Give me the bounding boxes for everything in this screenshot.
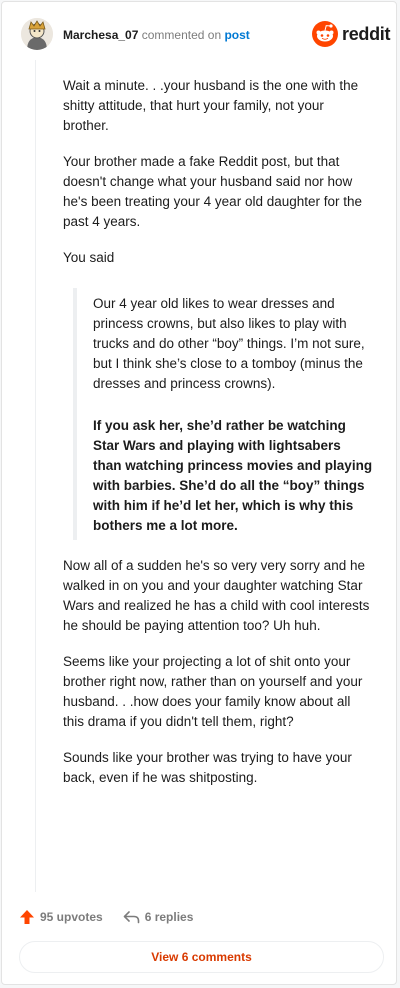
user-avatar[interactable] — [21, 18, 53, 50]
replies-count: 6 replies — [144, 910, 194, 924]
comment-paragraph: Sounds like your brother was trying to h… — [63, 750, 352, 785]
comment-body: Wait a minute. . .your husband is the on… — [63, 76, 373, 804]
comment-paragraph: You said — [63, 250, 115, 265]
username-link[interactable]: Marchesa_07 — [63, 28, 138, 42]
view-comments-button[interactable]: View 6 comments — [19, 941, 384, 973]
replies-button[interactable]: 6 replies — [123, 909, 194, 925]
reply-arrow-icon — [123, 911, 140, 924]
thread-line[interactable] — [35, 60, 36, 892]
upvote-arrow-icon — [20, 910, 34, 924]
comment-actions: 95 upvotes 6 replies — [19, 906, 193, 928]
quote-paragraph: Our 4 year old likes to wear dresses and… — [93, 296, 365, 391]
upvote-button[interactable]: 95 upvotes — [19, 909, 103, 925]
blockquote: Our 4 year old likes to wear dresses and… — [73, 288, 373, 540]
quote-paragraph-bold: If you ask her, she’d rather be watching… — [93, 418, 373, 533]
comment-header: Marchesa_07 commented on post reddit — [2, 2, 396, 64]
comment-paragraph: Wait a minute. . .your husband is the on… — [63, 78, 359, 133]
upvote-count: 95 upvotes — [40, 910, 103, 924]
reddit-snoo-icon — [312, 21, 338, 47]
comment-paragraph: Now all of a sudden he's so very very so… — [63, 558, 370, 633]
post-link[interactable]: post — [224, 28, 249, 42]
comment-card: Marchesa_07 commented on post reddit Wai… — [1, 1, 397, 985]
comment-meta: Marchesa_07 commented on post — [63, 27, 250, 43]
comment-paragraph: Seems like your projecting a lot of shit… — [63, 654, 363, 729]
action-text: commented on — [141, 28, 222, 42]
comment-paragraph: Your brother made a fake Reddit post, bu… — [63, 154, 363, 229]
reddit-logo[interactable]: reddit — [312, 21, 391, 47]
reddit-wordmark: reddit — [342, 23, 391, 44]
